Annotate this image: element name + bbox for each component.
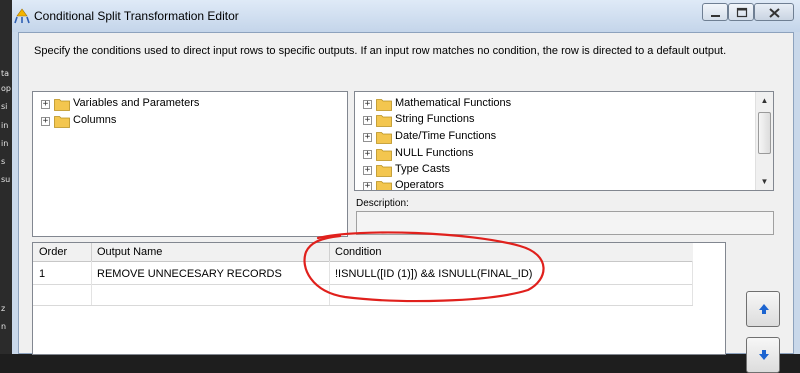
expand-icon[interactable]: +	[41, 100, 50, 109]
conditions-grid[interactable]: Order Output Name Condition 1 REMOVE UNN…	[32, 242, 726, 355]
background-text: ta	[1, 69, 10, 78]
tree-item-label: Variables and Parameters	[73, 97, 200, 109]
tree-item-label: Operators	[395, 179, 444, 190]
tree-item-datetime-functions[interactable]: + Date/Time Functions	[363, 129, 743, 145]
tree-item-null-functions[interactable]: + NULL Functions	[363, 146, 743, 162]
minimize-button[interactable]	[702, 3, 728, 21]
expand-icon[interactable]: +	[363, 116, 372, 125]
close-icon	[769, 8, 780, 18]
expand-icon[interactable]: +	[363, 166, 372, 175]
scroll-up-icon[interactable]: ▲	[756, 92, 773, 109]
tree-item-label: Mathematical Functions	[395, 97, 512, 109]
window-title: Conditional Split Transformation Editor	[34, 9, 239, 23]
cell-condition[interactable]: !ISNULL([ID (1)]) && ISNULL(FINAL_ID)	[335, 268, 532, 280]
expand-icon[interactable]: +	[41, 117, 50, 126]
move-up-button[interactable]	[746, 291, 780, 327]
expand-icon[interactable]: +	[363, 150, 372, 159]
conditional-split-icon	[14, 8, 30, 24]
tree-item-label: String Functions	[395, 113, 475, 125]
maximize-button[interactable]	[728, 3, 754, 21]
title-bar[interactable]: Conditional Split Transformation Editor	[12, 0, 800, 32]
scroll-thumb[interactable]	[758, 112, 771, 154]
background-window-edge: ta op si in in s su z n	[0, 0, 12, 354]
folder-icon	[376, 181, 392, 190]
tree-item-label: Type Casts	[395, 163, 451, 175]
column-separator	[91, 243, 92, 261]
tree-item-label: Columns	[73, 114, 117, 126]
background-text: n	[1, 322, 7, 331]
description-field	[356, 211, 774, 235]
tree-item-columns[interactable]: + Columns	[41, 113, 321, 129]
tree-item-label: NULL Functions	[395, 147, 474, 159]
background-text: in	[1, 139, 9, 148]
folder-icon	[376, 132, 392, 144]
tree-item-operators[interactable]: + Operators	[363, 178, 743, 190]
background-text: z	[1, 304, 6, 313]
maximize-icon	[736, 7, 748, 18]
minimize-icon	[711, 15, 720, 17]
functions-tree[interactable]: + Mathematical Functions + String Functi…	[354, 91, 774, 191]
expand-icon[interactable]: +	[363, 100, 372, 109]
background-text: su	[1, 175, 11, 184]
variables-columns-tree[interactable]: + Variables and Parameters + Columns	[32, 91, 348, 237]
arrow-up-icon	[759, 304, 769, 314]
description-label: Description:	[356, 198, 409, 209]
tree-item-string-functions[interactable]: + String Functions	[363, 112, 743, 128]
tree-item-label: Date/Time Functions	[395, 130, 497, 142]
functions-scrollbar[interactable]: ▲ ▼	[755, 92, 773, 190]
folder-icon	[376, 165, 392, 177]
folder-icon	[54, 99, 70, 111]
arrow-down-icon	[759, 350, 769, 360]
close-button[interactable]	[754, 3, 794, 21]
folder-icon	[376, 115, 392, 127]
instructions-text: Specify the conditions used to direct in…	[34, 45, 727, 57]
background-text: in	[1, 121, 9, 130]
column-header-condition[interactable]: Condition	[335, 246, 381, 258]
background-text: si	[1, 102, 8, 111]
folder-icon	[376, 149, 392, 161]
column-separator	[329, 243, 330, 261]
cell-output-name[interactable]: REMOVE UNNECESARY RECORDS	[97, 268, 282, 280]
new-row-placeholder[interactable]	[33, 285, 693, 305]
tree-item-mathematical-functions[interactable]: + Mathematical Functions	[363, 96, 743, 112]
tree-item-variables[interactable]: + Variables and Parameters	[41, 96, 321, 112]
folder-icon	[54, 116, 70, 128]
editor-window: Conditional Split Transformation Editor …	[12, 0, 800, 373]
tree-item-type-casts[interactable]: + Type Casts	[363, 162, 743, 178]
grid-header: Order Output Name Condition	[33, 243, 693, 262]
expand-icon[interactable]: +	[363, 133, 372, 142]
folder-icon	[376, 99, 392, 111]
row-divider	[33, 305, 693, 306]
column-header-order[interactable]: Order	[39, 246, 67, 258]
dialog-content: Specify the conditions used to direct in…	[18, 32, 794, 373]
scroll-down-icon[interactable]: ▼	[756, 173, 773, 190]
background-text: s	[1, 157, 6, 166]
expand-icon[interactable]: +	[363, 182, 372, 190]
move-down-button[interactable]	[746, 337, 780, 373]
column-header-output-name[interactable]: Output Name	[97, 246, 162, 258]
cell-order[interactable]: 1	[39, 268, 45, 280]
background-text: op	[1, 84, 11, 93]
